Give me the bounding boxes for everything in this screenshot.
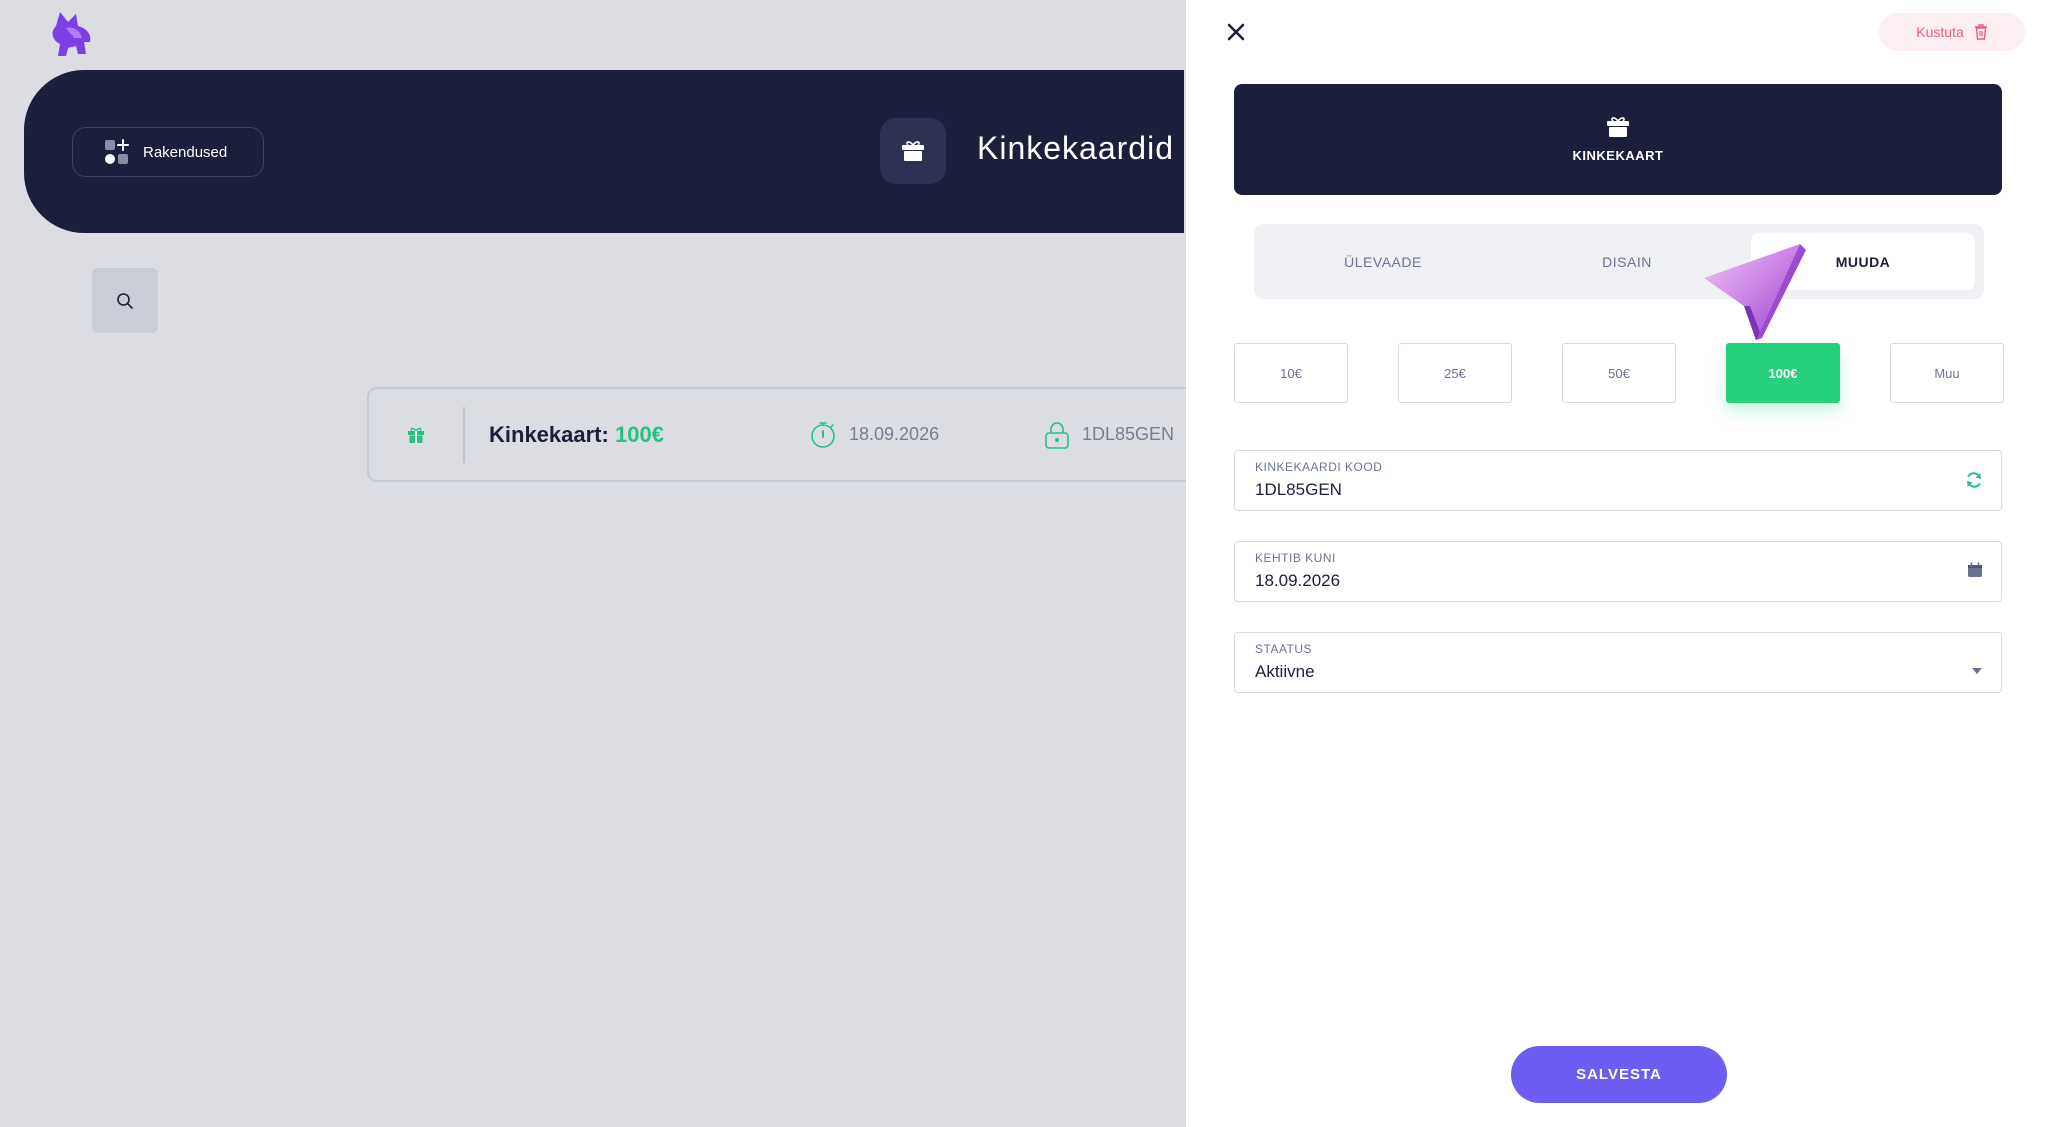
gift-box-icon xyxy=(1607,117,1629,137)
brand-logo-icon xyxy=(52,12,91,56)
stopwatch-icon xyxy=(811,421,835,448)
delete-button[interactable]: Kustuta xyxy=(1879,13,2025,51)
card-title-prefix: Kinkekaart: xyxy=(489,421,609,447)
apps-button-label: Rakendused xyxy=(143,143,228,161)
valid-until-label: KEHTIB KUNI xyxy=(1255,551,1336,565)
trash-icon xyxy=(1974,24,1987,40)
apps-button[interactable]: Rakendused xyxy=(72,127,264,177)
calendar-icon[interactable] xyxy=(1967,562,1983,578)
lock-icon xyxy=(1045,421,1069,449)
chevron-down-icon[interactable] xyxy=(1971,667,1983,675)
card-valid-until-text: 18.09.2026 xyxy=(849,424,940,444)
search-button[interactable] xyxy=(92,268,158,333)
gift-card-code-label: KINKEKAARDI KOOD xyxy=(1255,460,1383,474)
gift-card-code-value[interactable]: 1DL85GEN xyxy=(1255,480,1935,500)
card-title: Kinkekaart: 100€ xyxy=(489,422,809,448)
apps-grid-icon xyxy=(105,139,129,164)
amount-option-other[interactable]: Muu xyxy=(1890,343,2004,403)
refresh-icon[interactable] xyxy=(1965,471,1983,489)
amount-option-50[interactable]: 50€ xyxy=(1562,343,1676,403)
card-code: 1DL85GEN xyxy=(1044,420,1174,450)
amount-option-25[interactable]: 25€ xyxy=(1398,343,1512,403)
status-label: STAATUS xyxy=(1255,642,1313,656)
amount-options: 10€ 25€ 50€ 100€ Muu xyxy=(1234,343,2004,403)
gift-card-header: KINKEKAART xyxy=(1234,84,2002,195)
card-valid-until: 18.09.2026 xyxy=(809,421,1044,449)
gift-card-code-field[interactable]: KINKEKAARDI KOOD 1DL85GEN xyxy=(1234,450,2002,511)
amount-option-10[interactable]: 10€ xyxy=(1234,343,1348,403)
amount-option-100[interactable]: 100€ xyxy=(1726,343,1840,403)
card-code-text: 1DL85GEN xyxy=(1082,424,1175,444)
card-gift-icon-cell xyxy=(369,406,465,463)
tab-bar: ÜLEVAADE DISAIN MUUDA xyxy=(1254,224,1984,299)
gift-icon xyxy=(408,427,424,443)
gift-card-list-item[interactable]: Kinkekaart: 100€ 18.09.2026 1DL85GEN xyxy=(367,387,1207,482)
status-select[interactable]: STAATUS Aktiivne xyxy=(1234,632,2002,693)
hero-gift-icon-tile xyxy=(880,118,946,184)
card-amount: 100€ xyxy=(614,421,664,447)
delete-button-label: Kustuta xyxy=(1916,24,1964,40)
save-button[interactable]: SALVESTA xyxy=(1511,1046,1727,1103)
close-icon[interactable] xyxy=(1222,18,1250,46)
edit-gift-card-panel: Kustuta KINKEKAART ÜLEVAADE DISAIN MUUDA xyxy=(1186,0,2048,1127)
search-icon xyxy=(117,292,133,309)
valid-until-field[interactable]: KEHTIB KUNI 18.09.2026 xyxy=(1234,541,2002,602)
valid-until-value[interactable]: 18.09.2026 xyxy=(1255,571,1935,591)
pointer-cursor-icon xyxy=(1704,244,1806,340)
status-value[interactable]: Aktiivne xyxy=(1255,662,1935,682)
page-title: Kinkekaardid xyxy=(977,130,1174,166)
gift-card-header-label: KINKEKAART xyxy=(1572,148,1664,163)
gift-box-icon xyxy=(902,141,924,161)
tab-overview[interactable]: ÜLEVAADE xyxy=(1263,233,1503,290)
